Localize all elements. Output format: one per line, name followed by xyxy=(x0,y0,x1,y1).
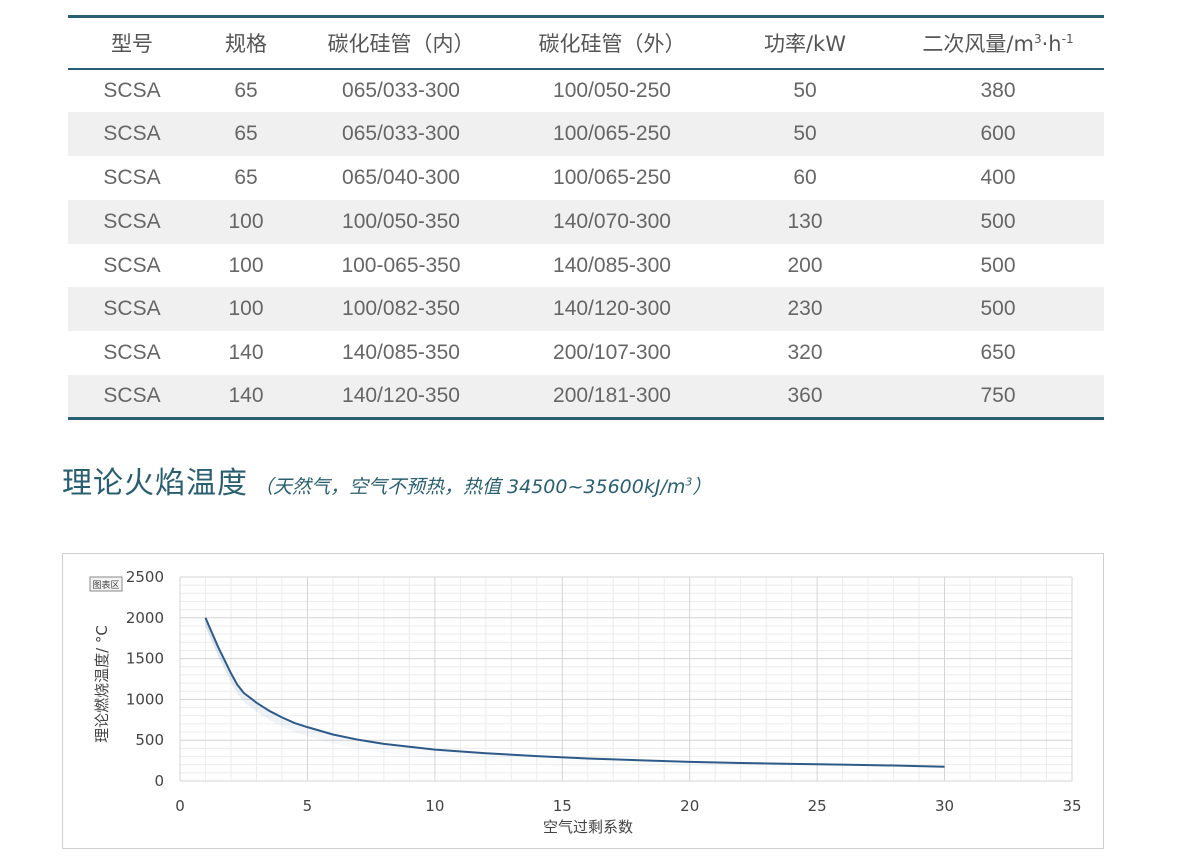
x-axis-label: 空气过剩系数 xyxy=(543,818,633,836)
x-tick-label: 20 xyxy=(680,797,699,815)
cell-power: 50 xyxy=(793,78,817,102)
table-row: SCSA 100 100/082-350 140/120-300 230 500 xyxy=(68,287,1104,332)
cell-spec: 140 xyxy=(196,375,296,419)
chart-container: 0 500 1000 1500 2000 2500 0 5 10 15 20 25 30 35 空气过剩系数… xyxy=(62,553,1104,849)
y-tick-label: 1500 xyxy=(126,650,164,668)
cell-power: 230 xyxy=(718,287,892,332)
cell-spec: 100 xyxy=(228,253,264,277)
cell-model: SCSA xyxy=(103,253,161,277)
cell-inner-tube: 065/033-300 xyxy=(296,112,506,157)
table-row: SCSA 65 065/040-300 100/065-250 60 400 xyxy=(68,156,1104,200)
cell-spec: 65 xyxy=(234,78,258,102)
section-heading: 理论火焰温度 （天然气，空气不预热，热值 34500~35600kJ/m3） xyxy=(62,458,711,502)
cell-airflow: 750 xyxy=(892,375,1104,419)
cell-outer-tube: 100/050-250 xyxy=(553,78,671,102)
x-tick-label: 25 xyxy=(808,797,827,815)
table-header-row: 型号 规格 碳化硅管（内） 碳化硅管（外） 功率/kW 二次风量/m3·h-1 xyxy=(68,16,1104,70)
cell-airflow: 380 xyxy=(980,78,1016,102)
table-row: SCSA 140 140/085-350 200/107-300 320 650 xyxy=(68,331,1104,375)
cell-spec: 65 xyxy=(234,165,258,189)
x-tick-label: 35 xyxy=(1062,797,1081,815)
cell-inner-tube: 100/050-350 xyxy=(296,199,506,244)
cell-inner-tube: 065/033-300 xyxy=(342,78,460,102)
section-title: 理论火焰温度 xyxy=(62,466,248,501)
x-tick-label: 30 xyxy=(935,797,954,815)
chart-area-tag: 图表区 xyxy=(92,579,119,591)
cell-model: SCSA xyxy=(103,78,161,102)
cell-inner-tube: 065/040-300 xyxy=(342,165,460,189)
header-inner-tube: 碳化硅管（内） xyxy=(296,16,506,70)
table-row: SCSA 65 065/033-300 100/050-250 50 380 xyxy=(68,69,1104,113)
cell-outer-tube: 200/181-300 xyxy=(506,375,718,419)
x-tick-label: 0 xyxy=(175,797,185,815)
header-airflow-sup: 3 xyxy=(1033,31,1042,46)
header-spec: 规格 xyxy=(196,16,296,70)
cell-spec: 140 xyxy=(228,341,264,365)
cell-power: 60 xyxy=(793,165,817,189)
cell-model: SCSA xyxy=(103,341,161,365)
cell-model: SCSA xyxy=(68,112,196,157)
table-row: SCSA 100 100/050-350 140/070-300 130 500 xyxy=(68,199,1104,244)
cell-spec: 100 xyxy=(196,287,296,332)
y-tick-label: 500 xyxy=(135,731,164,749)
header-airflow-main: 二次风量/m xyxy=(922,31,1034,56)
cell-airflow: 400 xyxy=(980,165,1016,189)
cell-model: SCSA xyxy=(103,165,161,189)
cell-outer-tube: 140/085-300 xyxy=(553,253,671,277)
spec-table: 型号 规格 碳化硅管（内） 碳化硅管（外） 功率/kW 二次风量/m3·h-1 … xyxy=(68,15,1104,421)
cell-spec: 65 xyxy=(196,112,296,157)
cell-airflow: 500 xyxy=(980,253,1016,277)
table-row: SCSA 140 140/120-350 200/181-300 360 750 xyxy=(68,375,1104,419)
y-tick-label: 2500 xyxy=(126,568,164,586)
x-tick-label: 5 xyxy=(303,797,313,815)
cell-model: SCSA xyxy=(68,199,196,244)
x-tick-label: 15 xyxy=(553,797,572,815)
header-model: 型号 xyxy=(68,16,196,70)
cell-airflow: 500 xyxy=(892,199,1104,244)
cell-power: 360 xyxy=(718,375,892,419)
cell-model: SCSA xyxy=(68,375,196,419)
y-axis-label: 理论燃烧温度/ °C xyxy=(93,625,111,743)
cell-inner-tube: 100-065-350 xyxy=(341,253,461,277)
cell-outer-tube: 140/120-300 xyxy=(506,287,718,332)
plot-area xyxy=(180,577,1072,781)
header-airflow-mid: ·h xyxy=(1041,31,1062,56)
header-airflow: 二次风量/m3·h-1 xyxy=(892,16,1104,70)
cell-model: SCSA xyxy=(68,287,196,332)
cell-airflow: 500 xyxy=(892,287,1104,332)
header-outer-tube: 碳化硅管（外） xyxy=(506,16,718,70)
table-row: SCSA 100 100-065-350 140/085-300 200 500 xyxy=(68,244,1104,288)
cell-airflow: 600 xyxy=(892,112,1104,157)
cell-power: 130 xyxy=(718,199,892,244)
x-tick-label: 10 xyxy=(425,797,444,815)
y-tick-label: 1000 xyxy=(126,690,164,708)
cell-outer-tube: 140/070-300 xyxy=(506,199,718,244)
cell-inner-tube: 140/085-350 xyxy=(342,341,460,365)
y-tick-label: 2000 xyxy=(126,609,164,627)
section-subtitle-text: （天然气，空气不预热，热值 34500~35600kJ/m xyxy=(254,476,686,498)
cell-power: 200 xyxy=(787,253,823,277)
cell-inner-tube: 100/082-350 xyxy=(296,287,506,332)
temperature-chart: 0 500 1000 1500 2000 2500 0 5 10 15 20 25 30 35 空气过剩系数… xyxy=(89,568,1082,836)
cell-power: 50 xyxy=(718,112,892,157)
header-power: 功率/kW xyxy=(718,16,892,70)
table-row: SCSA 65 065/033-300 100/065-250 50 600 xyxy=(68,112,1104,157)
header-airflow-sup2: -1 xyxy=(1061,31,1074,46)
cell-airflow: 650 xyxy=(980,341,1016,365)
y-tick-label: 0 xyxy=(154,772,164,790)
cell-inner-tube: 140/120-350 xyxy=(296,375,506,419)
cell-outer-tube: 100/065-250 xyxy=(506,112,718,157)
section-subtitle: （天然气，空气不预热，热值 34500~35600kJ/m3） xyxy=(254,476,711,498)
cell-spec: 100 xyxy=(196,199,296,244)
cell-power: 320 xyxy=(787,341,823,365)
cell-outer-tube: 100/065-250 xyxy=(553,165,671,189)
cell-outer-tube: 200/107-300 xyxy=(553,341,671,365)
section-subtitle-end: ） xyxy=(692,476,712,498)
